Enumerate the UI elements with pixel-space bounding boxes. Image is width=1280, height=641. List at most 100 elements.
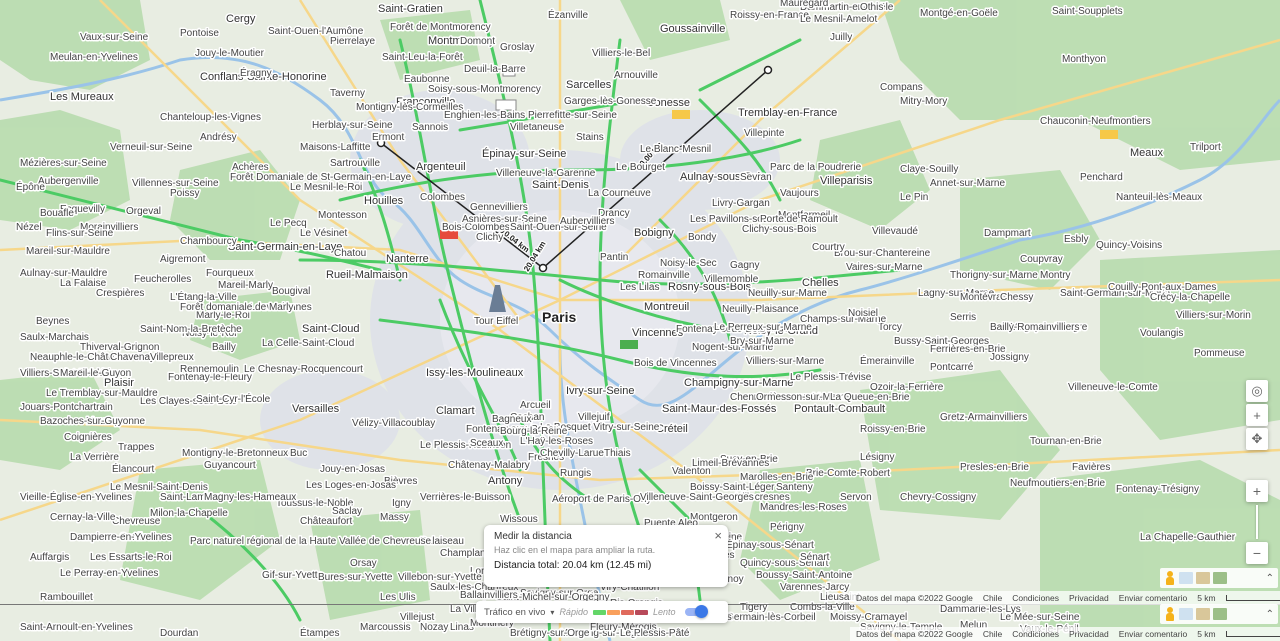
place-label: Feucherolles <box>134 274 191 285</box>
feedback-link[interactable]: Enviar comentario <box>1119 593 1188 603</box>
traffic-toggle[interactable] <box>684 605 708 618</box>
place-label: Vélizy-Villacoublay <box>352 418 435 429</box>
place-label: Milon-la-Chapelle <box>150 508 228 519</box>
place-label: Villepreux <box>150 352 194 363</box>
place-label: Montry <box>1040 270 1071 281</box>
place-label: La Verrière <box>70 452 119 463</box>
street-view-button[interactable]: ✥ <box>1246 428 1268 450</box>
place-label: Périgny <box>770 522 804 533</box>
place-label: Champlan <box>440 548 486 559</box>
zoom-in-button-lower[interactable]: + <box>1246 480 1268 502</box>
place-label: Rennemoulin <box>180 364 239 375</box>
traffic-color-swatch <box>592 609 606 615</box>
place-label: L'Étang-la-Ville <box>170 290 237 303</box>
map-controls: ◎ + ✥ <box>1246 380 1268 452</box>
place-label: Antony <box>488 475 523 487</box>
my-location-button[interactable]: ◎ <box>1246 380 1268 402</box>
scale-label: 5 km <box>1197 593 1216 603</box>
place-label: Mareil-sur-Mauldre <box>26 246 110 257</box>
place-label: Wissous <box>500 514 538 525</box>
place-label: Roissy-en-Brie <box>860 424 926 435</box>
traffic-legend[interactable]: Tráfico en vivo ▾ Rápido Lento <box>476 601 728 623</box>
place-label: Saint-Cyr-l'École <box>196 392 271 405</box>
place-label: Mitry-Mory <box>900 96 947 107</box>
place-label: Le Vésinet <box>300 228 347 239</box>
privacy-link[interactable]: Privacidad <box>1069 629 1109 639</box>
place-label: Jossigny <box>990 352 1029 363</box>
place-label: Villetaneuse <box>510 122 565 133</box>
place-label: Épinay-sous-Sénart <box>726 538 814 551</box>
place-label: Colombes <box>420 192 465 203</box>
layers-picker-lower[interactable]: ⌃ <box>1160 604 1278 624</box>
expand-icon[interactable]: ⌃ <box>1266 573 1274 584</box>
zoom-slider[interactable] <box>1256 505 1258 539</box>
place-label: Bois de Vincennes <box>634 358 717 369</box>
terms-link[interactable]: Condiciones <box>1012 593 1059 603</box>
terms-link[interactable]: Condiciones <box>1012 629 1059 639</box>
place-label: Maisons-Laffitte <box>300 142 371 153</box>
layer-thumb[interactable] <box>1196 572 1210 584</box>
place-label: Saint-Denis <box>532 179 589 191</box>
place-label: Meulan-en-Yvelines <box>50 52 138 63</box>
place-label: Saint-Ouen-l'Aumône <box>268 26 364 37</box>
place-label: Villepinte <box>744 128 785 139</box>
layer-thumb[interactable] <box>1213 572 1227 584</box>
country-link[interactable]: Chile <box>983 593 1002 603</box>
place-label: Noisiel <box>848 308 878 319</box>
place-label: Coupvray <box>1020 254 1063 265</box>
layer-thumb[interactable] <box>1179 572 1193 584</box>
layer-thumb[interactable] <box>1179 608 1193 620</box>
place-label: Monthyon <box>1062 54 1106 65</box>
layer-thumb[interactable] <box>1196 608 1210 620</box>
place-label: Vieille-Église-en-Yvelines <box>20 490 132 503</box>
place-label: Santeny <box>776 482 813 493</box>
place-label: Le Pin <box>900 192 928 203</box>
zoom-out-button[interactable]: − <box>1246 542 1268 564</box>
place-label: Nanterre <box>386 253 429 265</box>
privacy-link[interactable]: Privacidad <box>1069 593 1109 603</box>
place-label: Épinay-sur-Seine <box>482 147 566 160</box>
layer-thumb[interactable] <box>1213 608 1227 620</box>
pegman-icon[interactable] <box>1164 607 1176 621</box>
place-label: Châtenay-Malabry <box>448 460 530 471</box>
close-icon[interactable]: × <box>714 528 722 543</box>
expand-icon[interactable]: ⌃ <box>1266 609 1274 620</box>
place-label: Presles-en-Brie <box>960 462 1029 473</box>
place-label: Montesson <box>318 210 367 221</box>
dropdown-icon[interactable]: ▾ <box>550 608 554 617</box>
place-label: Rambouillet <box>40 592 93 603</box>
measure-point[interactable] <box>763 65 773 75</box>
locate-icon: ◎ <box>1251 383 1263 398</box>
country-link[interactable]: Chile <box>983 629 1002 639</box>
place-label: Andrésy <box>200 132 237 143</box>
place-label: Brétigny-sur-Orge <box>510 628 590 639</box>
plus-icon: + <box>1252 483 1262 499</box>
place-label: Orgeval <box>126 206 161 217</box>
place-label: Gretz-Armainvilliers <box>940 412 1027 423</box>
scale-bar <box>1225 631 1280 637</box>
place-label: Ozoir-la-Ferrière <box>870 382 944 393</box>
place-label: Chevry-Cossigny <box>900 492 976 503</box>
place-label: Mandres-les-Roses <box>760 502 847 513</box>
place-label: Aubervilliers <box>560 216 614 227</box>
place-label: Clichy <box>476 232 503 243</box>
measure-point[interactable] <box>538 263 548 273</box>
place-label: Les Mureaux <box>50 91 114 103</box>
place-label: Thiais <box>604 448 631 459</box>
place-label: Émerainville <box>860 354 915 367</box>
place-label: Favières <box>1072 462 1110 473</box>
place-label: Brou-sur-Chantereine <box>834 248 931 259</box>
pegman-icon[interactable] <box>1164 571 1176 585</box>
zoom-in-button[interactable]: + <box>1246 404 1268 426</box>
layers-picker[interactable]: ⌃ <box>1160 568 1278 588</box>
place-label: Tournan-en-Brie <box>1030 436 1102 447</box>
place-label: Châteaufort <box>300 516 352 527</box>
place-label: Verrières-le-Buisson <box>420 492 510 503</box>
feedback-link[interactable]: Enviar comentario <box>1119 629 1188 639</box>
place-label: Neuilly-Plaisance <box>722 304 799 315</box>
place-label: Coignières <box>64 432 112 443</box>
place-label: Livry-Gargan <box>712 198 770 209</box>
place-label: Sénart <box>800 552 830 563</box>
compass-icon: ✥ <box>1251 431 1263 446</box>
scale-label: 5 km <box>1197 629 1216 639</box>
